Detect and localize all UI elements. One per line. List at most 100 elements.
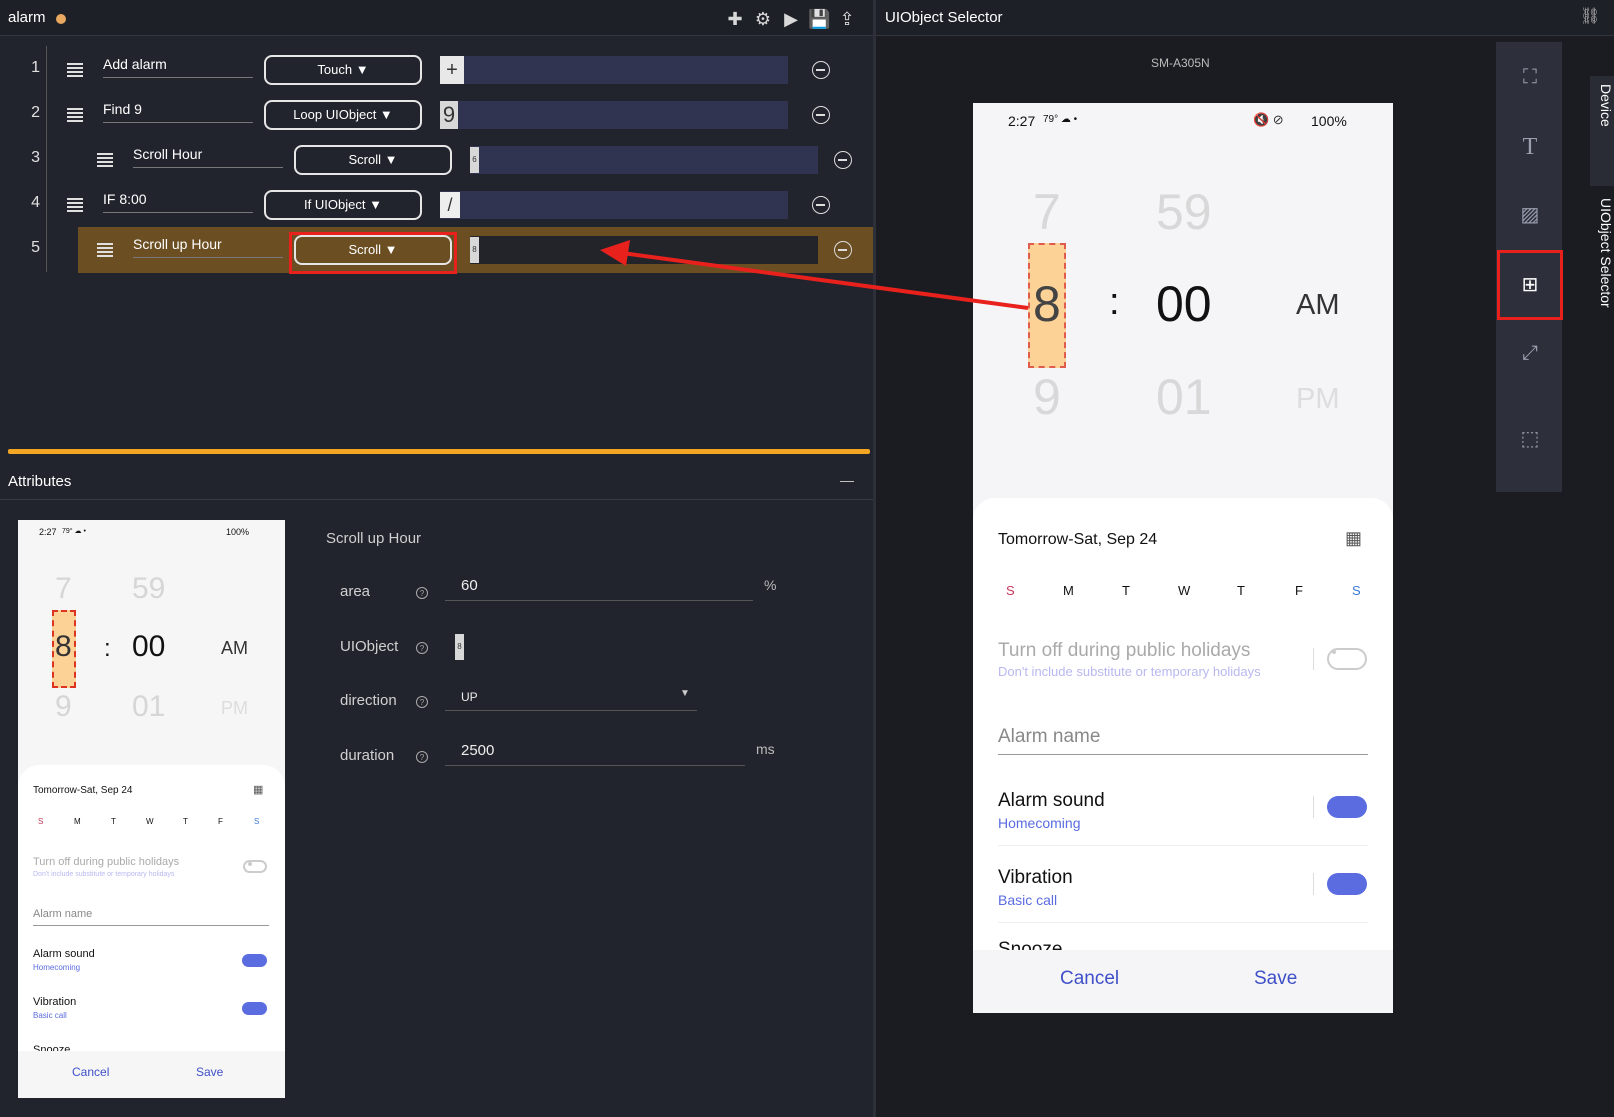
add-icon[interactable]: ✚ [724,8,746,30]
region-select-icon[interactable]: ⬚ [1513,422,1547,456]
calendar-icon[interactable]: ▦ [1345,528,1362,549]
drag-handle-icon[interactable] [67,63,83,77]
drag-handle-icon[interactable] [97,153,113,167]
save-icon[interactable]: 💾 [808,8,830,30]
cancel-button[interactable]: Cancel [1060,968,1119,990]
drag-handle-icon[interactable] [97,243,113,257]
day-sun[interactable]: S [1006,583,1015,598]
day-tue[interactable]: T [111,817,116,826]
tab-uiobject-selector[interactable]: UIObject Selector [1590,190,1614,338]
device-screen[interactable]: 2:27 79° ☁ • 🔇 ⊘ 100% 7 8 9 : 59 00 01 A… [973,103,1393,1013]
vibration-toggle[interactable] [242,1002,267,1015]
action-dropdown[interactable]: Loop UIObject ▼ [264,100,422,130]
minute-above: 59 [132,572,166,605]
splitter-bar[interactable] [8,449,870,454]
day-mon[interactable]: M [1063,583,1074,598]
hour-below: 9 [55,690,72,723]
remove-step-icon[interactable] [812,106,830,124]
holiday-toggle[interactable] [1327,648,1367,670]
bottom-bar [973,950,1393,1013]
ampm-other: PM [221,698,248,718]
day-sat[interactable]: S [254,817,259,826]
step-label[interactable]: Scroll Hour [133,146,283,168]
help-icon[interactable]: ? [416,696,428,708]
gear-icon[interactable]: ⚙ [752,8,774,30]
minute-below[interactable]: 01 [1156,368,1212,426]
param-field[interactable] [440,101,788,129]
day-tue[interactable]: T [1122,583,1130,598]
save-button[interactable]: Save [196,1065,223,1079]
param-field[interactable] [440,56,788,84]
selector-topbar: UIObject Selector ⛓ [876,0,1614,36]
step-label[interactable]: Scroll up Hour [133,236,283,258]
collapse-button[interactable]: — [840,472,854,488]
day-mon[interactable]: M [74,817,81,826]
status-battery: 100% [226,527,250,537]
help-icon[interactable]: ? [416,751,428,763]
drag-handle-icon[interactable] [67,198,83,212]
duration-input[interactable]: 2500 [445,736,745,766]
screenshot-select-icon[interactable]: ⛶ [1513,60,1547,94]
step-label[interactable]: IF 8:00 [103,191,253,213]
export-icon[interactable]: ⇪ [836,8,858,30]
help-icon[interactable]: ? [416,587,428,599]
divider [1313,796,1314,818]
holiday-subtitle: Don't include substitute or temporary ho… [998,664,1261,679]
ampm-other[interactable]: PM [1296,383,1340,416]
action-dropdown[interactable]: Touch ▼ [264,55,422,85]
alarm-sheet: Tomorrow-Sat, Sep 24 ▦ S M T W T F S Tur… [18,765,285,1098]
minute-above[interactable]: 59 [1156,183,1212,241]
drag-handle-icon[interactable] [67,108,83,122]
alarm-sound-toggle[interactable] [242,954,267,967]
remove-step-icon[interactable] [812,61,830,79]
uiobject-thumbnail[interactable]: 8 [455,634,464,660]
text-select-icon[interactable]: T [1513,130,1547,164]
param-field[interactable] [470,146,818,174]
day-thu[interactable]: T [183,817,188,826]
direction-select[interactable]: UP [445,681,697,711]
hour-selected[interactable]: 8 [1033,275,1061,333]
status-weather: 79° ☁ • [1043,114,1078,125]
expand-icon[interactable]: ⤢ [1513,336,1547,370]
tab-device[interactable]: Device [1590,76,1614,186]
chevron-down-icon[interactable]: ▼ [680,688,690,699]
day-sat[interactable]: S [1352,583,1361,598]
minute-selected[interactable]: 00 [1156,275,1212,333]
save-button[interactable]: Save [1254,968,1297,990]
alarm-sound-toggle[interactable] [1327,796,1367,818]
step-label[interactable]: Add alarm [103,56,253,78]
day-wed[interactable]: W [1178,583,1190,598]
holiday-title: Turn off during public holidays [33,856,180,868]
param-field[interactable] [440,191,788,219]
area-input[interactable]: 60 [445,571,753,601]
action-dropdown[interactable]: Scroll ▼ [294,145,452,175]
hour-below[interactable]: 9 [1033,368,1061,426]
alarm-name-input[interactable]: Alarm name [998,726,1100,748]
action-dropdown[interactable]: If UIObject ▼ [264,190,422,220]
area-label: area [340,583,371,600]
play-icon[interactable]: ▶ [780,8,802,30]
ampm-selected[interactable]: AM [1296,289,1340,322]
cancel-button[interactable]: Cancel [72,1065,109,1079]
calendar-icon[interactable]: ▦ [253,783,263,796]
remove-step-icon[interactable] [834,241,852,259]
holiday-toggle[interactable] [243,860,267,873]
remove-step-icon[interactable] [812,196,830,214]
hour-above[interactable]: 7 [1033,183,1061,241]
step-number: 1 [31,59,40,76]
param-thumbnail: 9 [440,101,458,129]
day-wed[interactable]: W [146,817,154,826]
alarm-name-input[interactable]: Alarm name [33,908,92,920]
remove-step-icon[interactable] [834,151,852,169]
day-sun[interactable]: S [38,817,43,826]
link-device-icon[interactable]: ⛓ [1580,6,1600,26]
image-select-icon[interactable]: ▨ [1513,198,1547,232]
day-thu[interactable]: T [1237,583,1245,598]
day-fri[interactable]: F [218,817,223,826]
tool-highlight-box [1497,250,1563,320]
day-fri[interactable]: F [1295,583,1303,598]
param-field[interactable] [470,236,818,264]
step-label[interactable]: Find 9 [103,101,253,123]
vibration-toggle[interactable] [1327,873,1367,895]
help-icon[interactable]: ? [416,642,428,654]
